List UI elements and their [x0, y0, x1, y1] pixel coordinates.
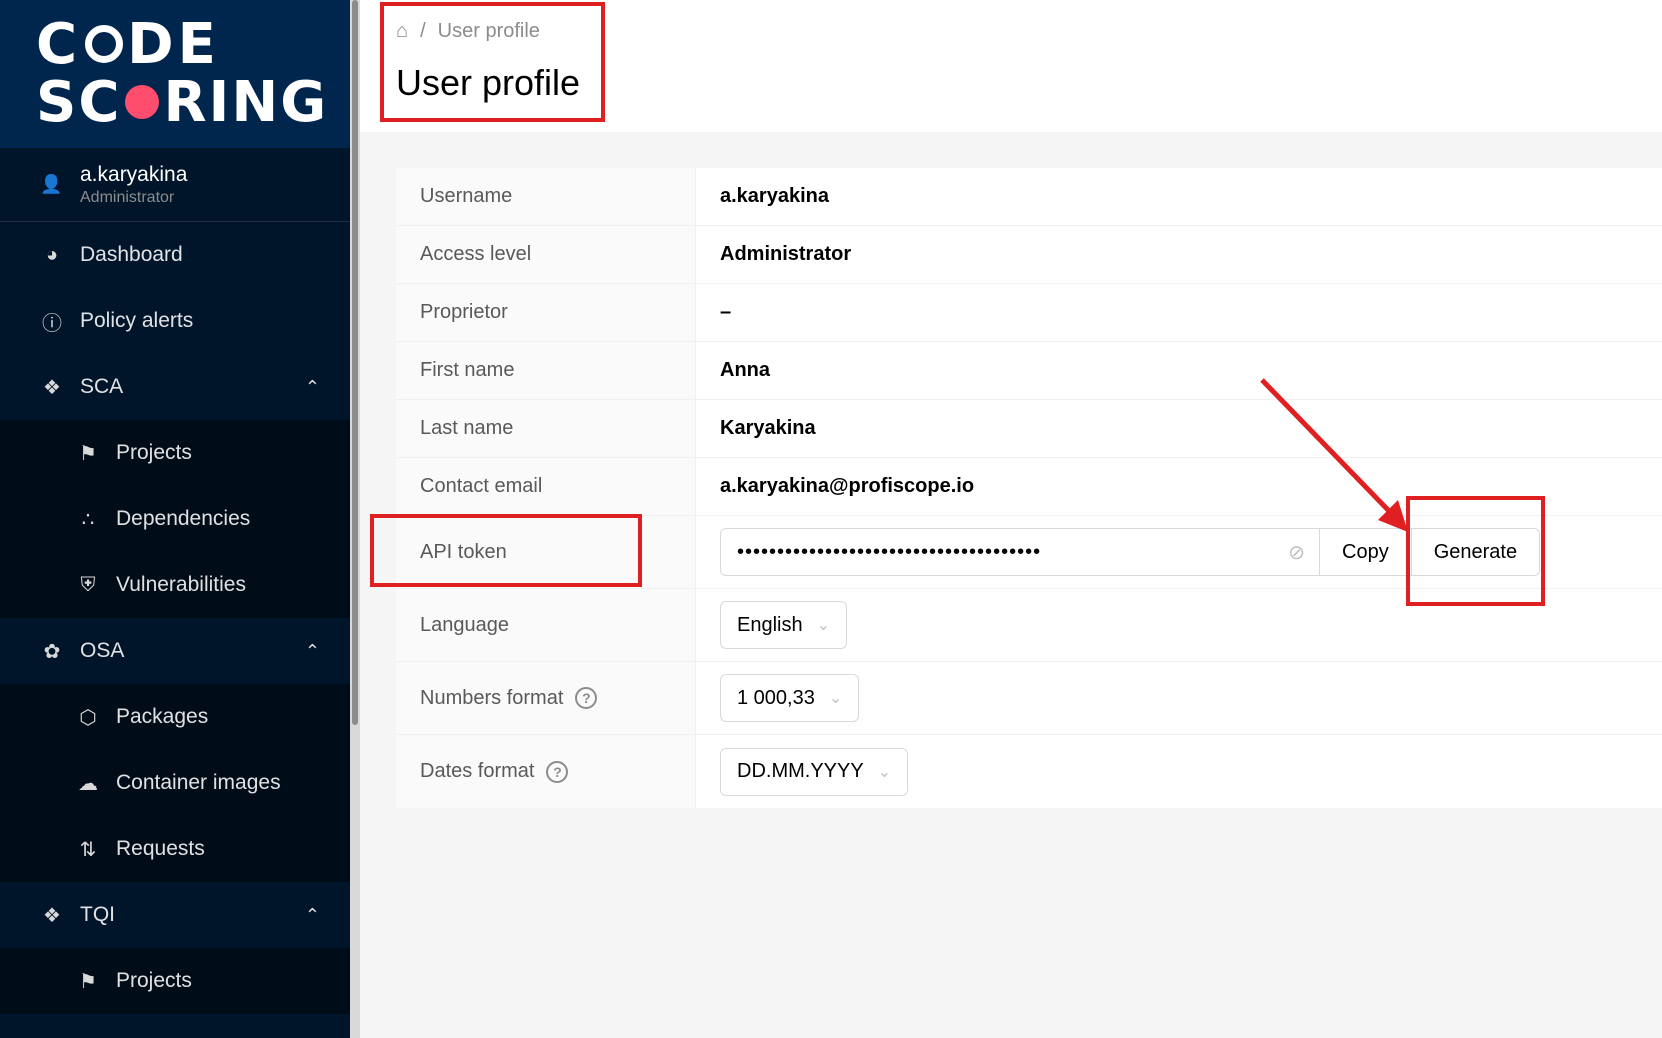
- sca-icon: ❖: [43, 376, 61, 399]
- chevron-up-icon: ⌃: [304, 640, 320, 661]
- sidebar-item-packages[interactable]: ⬡ Packages: [0, 684, 350, 750]
- tqi-icon: ❖: [43, 904, 61, 927]
- sidebar-item-policy-alerts[interactable]: ⓘ Policy alerts: [0, 288, 350, 354]
- logo-dot: [125, 84, 160, 119]
- api-token-field[interactable]: •••••••••••••••••••••••••••••••••••••• ⊘: [720, 528, 1320, 576]
- dates-format-value: DD.MM.YYYY: [737, 760, 864, 782]
- first-name-value: Anna: [720, 359, 770, 381]
- last-name-label: Last name: [396, 400, 696, 457]
- row-username: Username a.karyakina: [396, 168, 1662, 226]
- sidebar-scrollbar[interactable]: [350, 0, 360, 1038]
- contact-email-label: Contact email: [396, 458, 696, 515]
- numbers-format-value: 1 000,33: [737, 686, 815, 709]
- sidebar-item-dashboard[interactable]: ◕ Dashboard: [0, 222, 350, 288]
- sidebar-item-sca[interactable]: ❖ SCA ⌃: [0, 354, 350, 420]
- sidebar-item-vulnerabilities[interactable]: ⛨ Vulnerabilities: [0, 552, 350, 618]
- dates-format-select[interactable]: DD.MM.YYYY ⌄: [720, 747, 909, 796]
- sidebar-item-dependencies[interactable]: ∴ Dependencies: [0, 486, 350, 552]
- logo-line-2: SC RING: [36, 70, 329, 135]
- row-proprietor: Proprietor –: [396, 284, 1662, 342]
- row-last-name: Last name Karyakina: [396, 400, 1662, 458]
- user-role: Administrator: [80, 188, 175, 206]
- access-level-value: Administrator: [720, 243, 852, 265]
- current-user[interactable]: 👤 a.karyakina Administrator: [0, 148, 350, 222]
- alert-circle-icon: ⓘ: [42, 312, 62, 335]
- sidebar-item-osa[interactable]: ✿ OSA ⌃: [0, 618, 350, 684]
- annotation-box-api-token: [370, 514, 642, 587]
- sidebar-item-tqi[interactable]: ❖ TQI ⌃: [0, 882, 350, 948]
- question-circle-icon[interactable]: ?: [546, 760, 569, 783]
- language-label: Language: [396, 589, 696, 661]
- last-name-value: Karyakina: [720, 417, 816, 439]
- api-token-masked: ••••••••••••••••••••••••••••••••••••••: [737, 540, 1042, 563]
- sidebar: C DE SC RING 👤 a.karyakina Administrator ◕…: [0, 0, 350, 1038]
- numbers-format-label: Numbers format: [420, 686, 564, 709]
- cluster-icon: ∴: [81, 508, 95, 531]
- row-access-level: Access level Administrator: [396, 226, 1662, 284]
- swap-icon: ⇅: [79, 838, 97, 861]
- first-name-label: First name: [396, 342, 696, 399]
- question-circle-icon[interactable]: ?: [575, 687, 598, 709]
- dashboard-icon: ◕: [45, 243, 59, 266]
- sca-submenu: ⚑ Projects ∴ Dependencies ⛨ Vulnerabilit…: [0, 420, 350, 618]
- chevron-up-icon: ⌃: [304, 904, 320, 925]
- proprietor-label: Proprietor: [396, 284, 696, 341]
- row-dates-format: Dates format ? DD.MM.YYYY ⌄: [396, 735, 1662, 808]
- language-value: English: [737, 613, 803, 636]
- profile-card: Username a.karyakina Access level Admini…: [396, 168, 1662, 808]
- user-icon: 👤: [40, 174, 63, 194]
- user-name: a.karyakina: [80, 162, 188, 186]
- package-icon: ⬡: [79, 706, 97, 729]
- copy-button[interactable]: Copy: [1319, 528, 1412, 576]
- sidebar-item-requests[interactable]: ⇅ Requests: [0, 816, 350, 882]
- chevron-up-icon: ⌃: [304, 376, 320, 397]
- proprietor-value: –: [720, 301, 732, 323]
- sidebar-item-sca-projects[interactable]: ⚑ Projects: [0, 420, 350, 486]
- osa-submenu: ⬡ Packages ☁ Container images ⇅ Requests: [0, 684, 350, 882]
- shield-icon: ⛨: [80, 573, 96, 596]
- language-select[interactable]: English ⌄: [720, 601, 848, 649]
- row-first-name: First name Anna: [396, 342, 1662, 400]
- tqi-submenu: ⚑ Projects: [0, 948, 350, 1014]
- dates-format-label: Dates format: [420, 760, 535, 782]
- access-level-label: Access level: [396, 226, 696, 283]
- numbers-format-select[interactable]: 1 000,33 ⌄: [720, 674, 860, 722]
- annotation-box-generate: [1406, 496, 1545, 606]
- chevron-down-icon: ⌄: [828, 690, 843, 707]
- eye-invisible-icon[interactable]: ⊘: [1288, 540, 1305, 565]
- sidebar-item-tqi-projects[interactable]: ⚑ Projects: [0, 948, 350, 1014]
- logo-line-1: C DE: [36, 12, 220, 77]
- username-label: Username: [396, 168, 696, 225]
- codescoring-logo[interactable]: C DE SC RING: [0, 0, 350, 148]
- osa-icon: ✿: [43, 640, 61, 663]
- annotation-box-title: [380, 2, 605, 122]
- flag-icon: ⚑: [79, 970, 97, 993]
- chevron-down-icon: ⌄: [816, 617, 831, 634]
- chevron-down-icon: ⌄: [877, 763, 892, 781]
- scrollbar-thumb[interactable]: [352, 0, 358, 725]
- sidebar-item-container-images[interactable]: ☁ Container images: [0, 750, 350, 816]
- row-numbers-format: Numbers format ? 1 000,33 ⌄: [396, 662, 1662, 735]
- docker-icon: ☁: [78, 772, 98, 795]
- flag-icon: ⚑: [79, 442, 97, 465]
- username-value: a.karyakina: [720, 185, 829, 207]
